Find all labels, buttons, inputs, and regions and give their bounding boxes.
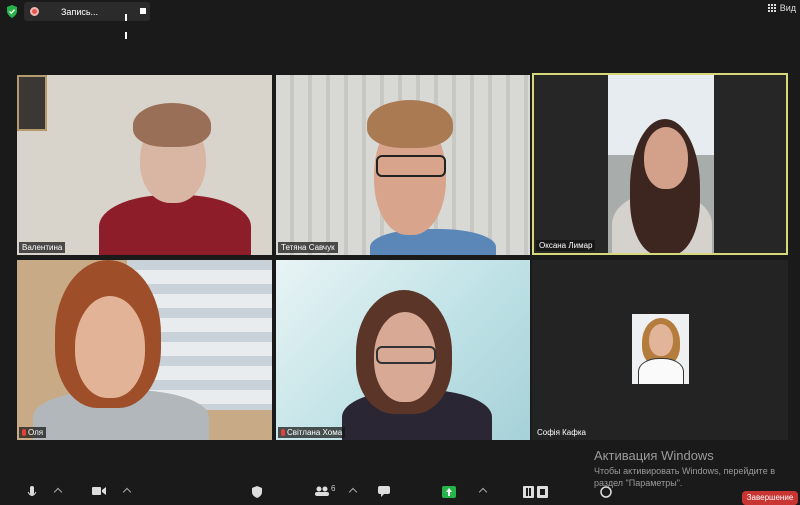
chevron-up-icon[interactable] [348,487,358,497]
chat-icon[interactable] [378,486,390,497]
grid-icon [767,3,777,13]
participant-body [99,195,251,255]
participant-tile[interactable]: Оля [17,260,272,440]
participant-face [644,127,688,189]
participant-name: Оксана Лимар [536,240,596,251]
view-button[interactable]: Вид [767,3,796,13]
microphone-muted-icon [22,429,26,436]
participant-tile[interactable]: Валентина [17,75,272,255]
activation-title: Активация Windows [594,448,714,463]
glasses [376,155,446,177]
participant-tile[interactable]: Тетяна Савчук [276,75,530,255]
participant-hair [367,100,453,148]
participant-name: Світлана Хома [278,427,346,438]
picture-frame [17,75,47,131]
avatar [632,314,689,384]
participant-name: Валентина [19,242,66,253]
chevron-up-icon[interactable] [478,487,488,497]
recording-indicator[interactable]: Запись... [24,2,150,39]
shield-icon [7,5,17,18]
windows-activation-watermark: Активация Windows Чтобы активировать Win… [594,448,789,489]
participant-name: Тетяна Савчук [278,242,338,253]
microphone-icon[interactable] [27,486,37,500]
video-icon[interactable] [92,486,106,496]
recording-label: Запись... [61,6,99,17]
participant-hair [133,103,211,147]
activation-text: Чтобы активировать Windows, перейдите в … [594,466,775,488]
participants-count: 6 [331,484,336,493]
share-screen-icon[interactable] [442,486,456,498]
participant-tile[interactable]: Світлана Хома [276,260,530,440]
chevron-up-icon[interactable] [122,487,132,497]
reactions-icon[interactable] [600,486,612,498]
participant-video [608,75,714,253]
end-meeting-button[interactable]: Завершение [742,491,798,505]
stop-icon[interactable] [140,8,146,14]
participant-name: Оля [19,427,47,438]
chevron-up-icon[interactable] [53,487,63,497]
pause-recording-icon[interactable] [523,486,549,498]
participant-face [75,296,145,398]
participant-name: Софія Кафка [537,428,586,437]
view-label: Вид [779,3,796,13]
pause-icon[interactable] [125,8,132,39]
participant-tile[interactable]: Софія Кафка [532,260,788,440]
participant-tile-active[interactable]: Оксана Лимар [532,73,788,255]
participant-body [370,229,496,255]
record-icon [30,7,39,16]
glasses [376,346,436,364]
microphone-muted-icon [281,429,285,436]
participants-icon[interactable] [315,486,329,496]
security-icon[interactable] [252,486,262,498]
